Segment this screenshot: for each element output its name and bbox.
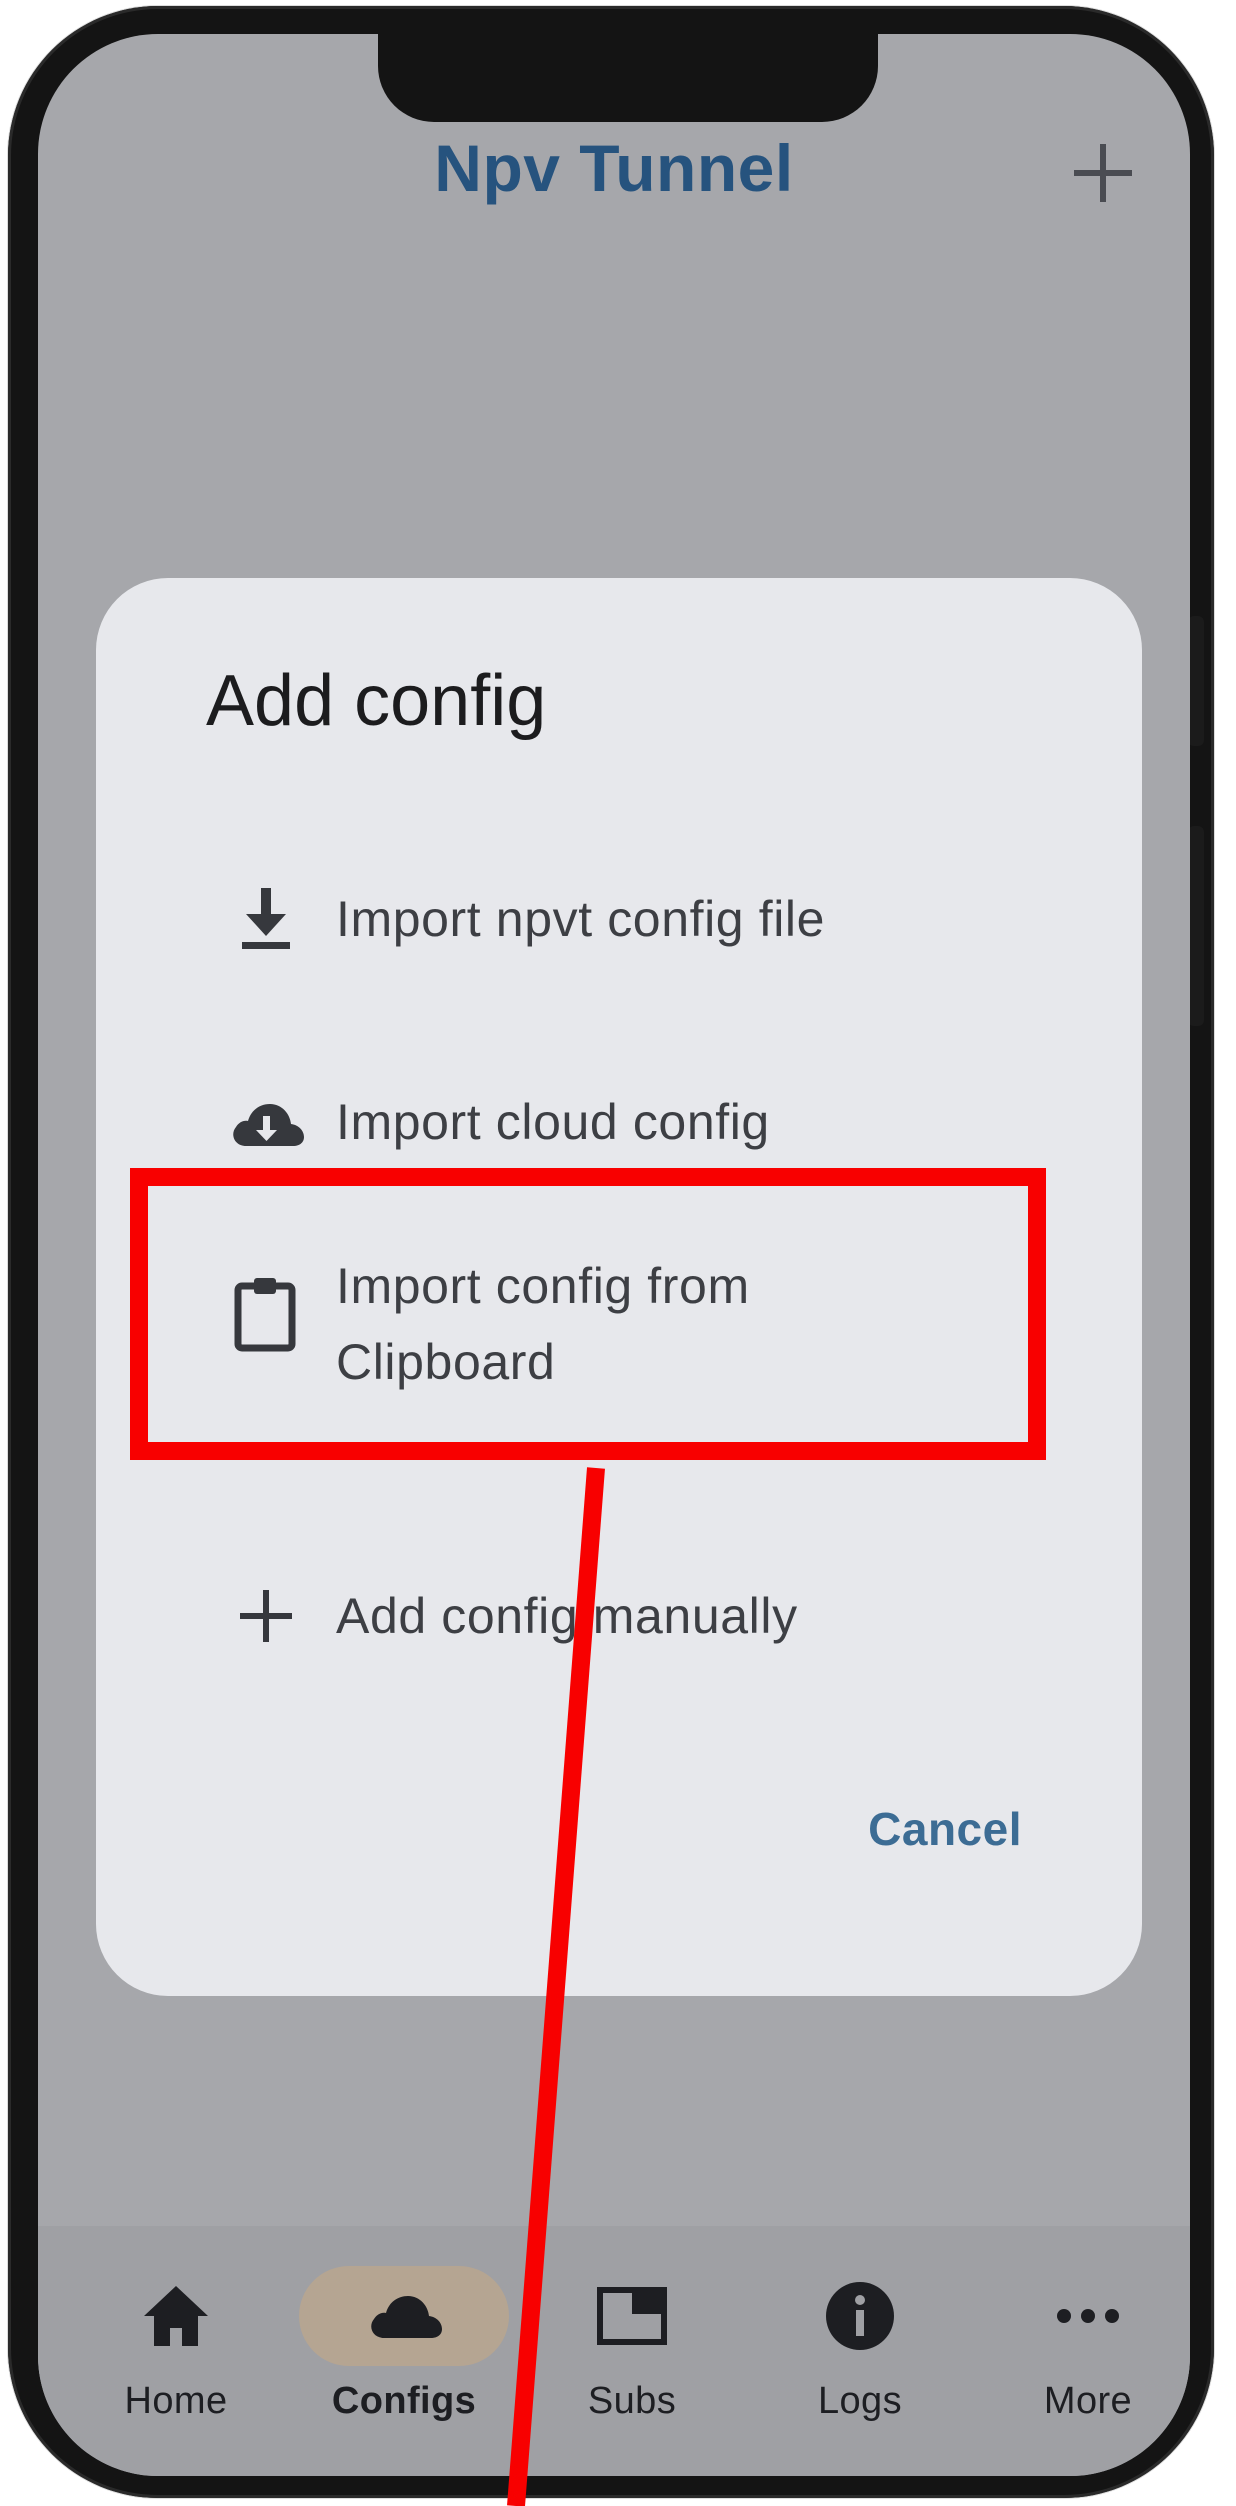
option-label: Import npvt config file xyxy=(336,891,826,947)
nav-item-more[interactable]: More xyxy=(988,2266,1188,2436)
dialog-title: Add config xyxy=(206,661,547,741)
info-icon xyxy=(826,2282,894,2350)
annotation-highlight-box xyxy=(130,1168,1046,1460)
add-config-button[interactable] xyxy=(1068,138,1138,208)
more-horizontal-icon xyxy=(1057,2309,1119,2323)
power-button xyxy=(1188,826,1204,1026)
subscriptions-icon xyxy=(597,2287,667,2345)
import-npvt-file-option[interactable]: Import npvt config file xyxy=(96,844,1142,994)
nav-label: Home xyxy=(124,2380,228,2422)
nav-label: Logs xyxy=(817,2380,902,2422)
home-icon xyxy=(144,2286,208,2346)
nav-item-subs[interactable]: Subs xyxy=(532,2266,732,2436)
nav-item-configs[interactable]: Configs xyxy=(299,2266,509,2436)
cloud-icon xyxy=(371,2296,442,2338)
cloud-download-icon xyxy=(233,1104,304,1146)
option-label: Import cloud config xyxy=(336,1094,770,1150)
camera-notch xyxy=(378,34,878,122)
app-title: Npv Tunnel xyxy=(434,131,794,205)
cancel-button[interactable]: Cancel xyxy=(868,1802,1022,1856)
stage: Npv Tunnel Add config Import npvt config… xyxy=(0,0,1236,2506)
nav-item-logs[interactable]: Logs xyxy=(760,2266,960,2436)
download-icon xyxy=(242,888,290,949)
bottom-navigation: Home Configs Subs Logs More xyxy=(38,2226,1190,2476)
nav-label: Subs xyxy=(587,2380,677,2422)
add-config-manually-option[interactable]: Add config manually xyxy=(96,1540,1142,1690)
plus-icon xyxy=(1074,144,1132,202)
plus-icon xyxy=(240,1590,292,1642)
volume-button xyxy=(1188,616,1204,746)
nav-label: More xyxy=(1043,2380,1133,2422)
nav-item-home[interactable]: Home xyxy=(76,2266,276,2436)
option-label: Add config manually xyxy=(336,1588,798,1644)
nav-label: Configs xyxy=(331,2380,477,2422)
